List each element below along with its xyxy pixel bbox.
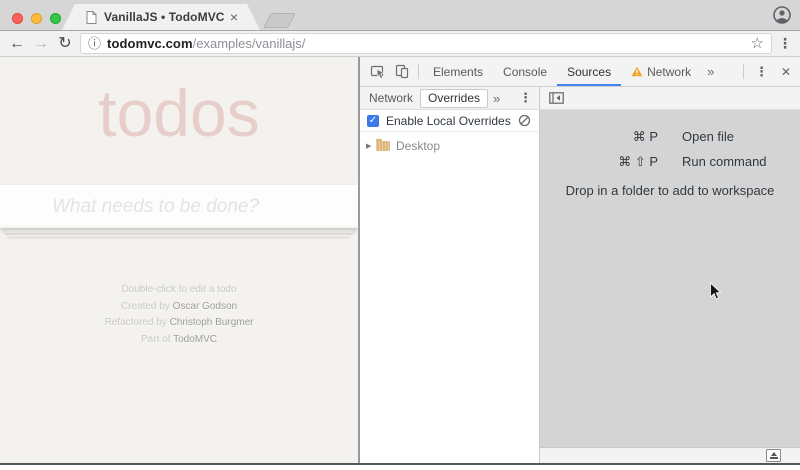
folder-icon [376,139,390,151]
tab-label: Sources [567,64,612,79]
shortcut-keys: ⌘ P [632,129,658,144]
devtools-menu-icon[interactable]: ⋮ [748,57,775,86]
tab-sources[interactable]: Sources [557,57,621,86]
drop-folder-hint: Drop in a folder to add to workspace [565,183,775,198]
navigator-more-tabs-icon[interactable]: » [488,91,505,106]
footer-line-partof: Part of TodoMVC [0,332,358,349]
tab-close-icon[interactable]: × [230,10,238,24]
shortcut-run-command: ⌘ ⇧ P Run command [540,149,800,174]
footer-line-edit-hint: Double-click to edit a todo [0,282,358,299]
footer-line-refactored: Refactored by Christoph Burgmer [0,315,358,332]
tab-label: Elements [433,64,484,79]
url-omnibox[interactable]: ⓘ todomvc.com/examples/vanillajs/ ☆ [80,33,772,54]
toolbar-spacer [720,57,739,86]
inspect-element-icon[interactable] [366,57,390,86]
mouse-cursor [710,282,722,300]
hide-navigator-icon[interactable] [545,92,568,104]
editor-toolbar [540,87,800,109]
enable-overrides-row: ✓ Enable Local Overrides [360,110,539,132]
footer-link-christoph-burgmer[interactable]: Christoph Burgmer [170,317,254,328]
navigator-tab-network[interactable]: Network [362,91,420,105]
todo-footer: Double-click to edit a todo Created by O… [0,282,358,348]
enable-overrides-label: Enable Local Overrides [386,113,511,128]
disclosure-triangle-icon[interactable]: ▶ [366,142,376,150]
window-content: todos Double-click to edit a todo Create… [0,57,800,463]
toolbar-separator [418,64,419,79]
shortcut-keys: ⌘ ⇧ P [618,154,658,169]
more-tabs-icon[interactable]: » [701,57,720,86]
new-tab-button[interactable] [263,13,296,28]
address-toolbar: ← → ↻ ⓘ todomvc.com/examples/vanillajs/ … [0,30,800,57]
tab-label: Network [647,64,692,79]
tab-label: Overrides [428,90,481,105]
navigator-tab-overrides[interactable]: Overrides [420,88,489,108]
tab-label: Network [369,91,414,105]
overrides-sidebar: ✓ Enable Local Overrides ▶ Desktop [360,110,540,463]
traffic-lights [12,13,61,24]
shortcut-open-file: ⌘ P Open file [540,124,800,149]
new-todo-input[interactable] [0,185,358,228]
navigator-tabbar: Network Overrides » ⋮ [360,87,540,109]
footer-text: Created by [120,300,173,312]
enable-overrides-checkbox[interactable]: ✓ [367,114,379,127]
footer-text: Refactored by [104,317,170,328]
zoom-window-button[interactable] [50,13,61,24]
editor-placeholder-area: ⌘ P Open file ⌘ ⇧ P Run command Drop in … [540,110,800,463]
devtools-panel: Elements Console Sources Network » ⋮ ✕ N… [358,57,800,463]
shortcut-action: Open file [682,129,735,144]
bar-glyph [769,457,778,459]
up-triangle-glyph [770,452,777,456]
close-window-button[interactable] [12,13,23,24]
browser-window: VanillaJS • TodoMVC × ← → ↻ ⓘ todomvc.co… [0,0,800,465]
minimize-window-button[interactable] [31,13,42,24]
shortcut-action: Run command [682,154,767,169]
footer-link-oscar-godson[interactable]: Oscar Godson [173,301,237,312]
shortcut-hints: ⌘ P Open file ⌘ ⇧ P Run command [540,124,800,174]
url-text: todomvc.com/examples/vanillajs/ [107,36,305,51]
todomvc-page: todos Double-click to edit a todo Create… [0,57,358,463]
profile-avatar-icon[interactable] [773,6,791,24]
toolbar-separator [742,64,744,79]
url-path: /examples/vanillajs/ [192,36,306,51]
forward-icon[interactable]: → [32,34,50,54]
todos-title: todos [98,76,260,150]
footer-link-todomvc[interactable]: TodoMVC [173,334,217,345]
footer-text: Part of [141,333,174,345]
device-toolbar-icon[interactable] [390,57,414,86]
sources-body: ✓ Enable Local Overrides ▶ Desktop ⌘ P O… [360,110,800,463]
sources-sub-toolbar: Network Overrides » ⋮ [360,87,800,110]
tab-label: Console [503,64,548,79]
browser-menu-icon[interactable]: ⋮ [778,35,792,52]
footer-text: Double-click to edit a todo [121,284,237,295]
editor-statusbar [540,447,800,463]
new-todo-section [0,185,358,228]
devtools-main-toolbar: Elements Console Sources Network » ⋮ ✕ [360,57,800,87]
back-icon[interactable]: ← [8,34,26,54]
footer-line-created: Created by Oscar Godson [0,299,358,316]
clear-overrides-icon[interactable] [518,114,531,127]
titlebar: VanillaJS • TodoMVC × [0,0,800,30]
tab-elements[interactable]: Elements [423,57,493,86]
browser-tab[interactable]: VanillaJS • TodoMVC × [62,4,260,30]
expand-pane-icon[interactable] [766,449,781,462]
page-favicon-icon [86,10,97,24]
tab-network[interactable]: Network [621,57,701,86]
url-host: todomvc.com [107,36,193,51]
warning-icon [631,66,643,77]
bookmark-star-icon[interactable]: ☆ [751,36,764,51]
tab-console[interactable]: Console [493,57,557,86]
navigator-menu-icon[interactable]: ⋮ [512,90,539,106]
reload-icon[interactable]: ↻ [56,34,74,54]
devtools-close-icon[interactable]: ✕ [775,57,800,86]
page-info-icon[interactable]: ⓘ [88,37,101,50]
folder-tree-item-desktop[interactable]: ▶ Desktop [360,137,539,155]
tab-title: VanillaJS • TodoMVC [104,10,225,24]
folder-name: Desktop [396,139,441,153]
